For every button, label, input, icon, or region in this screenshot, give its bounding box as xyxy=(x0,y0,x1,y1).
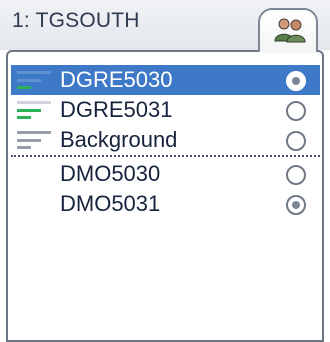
list-item-dmo5030[interactable]: DMO5030 xyxy=(11,159,320,189)
page-title: 1: TGSOUTH xyxy=(12,9,140,32)
channel-list-panel: DGRE5030 DGRE5031 Background DMO5030 DMO… xyxy=(6,50,324,342)
list-item-label: DMO5031 xyxy=(60,191,161,216)
group-tab-button[interactable] xyxy=(258,8,318,52)
list-item-label: DMO5030 xyxy=(60,161,161,186)
list-item-label: Background xyxy=(60,127,178,152)
radio-button[interactable] xyxy=(286,195,306,215)
list-item-background[interactable]: Background xyxy=(11,125,320,155)
list-item-label: DGRE5030 xyxy=(60,67,173,92)
list-item-label: DGRE5031 xyxy=(60,97,173,122)
list-item-dgre5030[interactable]: DGRE5030 xyxy=(11,65,320,95)
talkgroup-screen: 1: TGSOUTH DGRE5030 DGRE5031 Background … xyxy=(0,0,330,342)
radio-button[interactable] xyxy=(286,71,306,91)
level-bars-icon xyxy=(17,71,51,89)
tab-join xyxy=(260,48,316,53)
dotted-separator xyxy=(11,155,320,157)
list-item-dmo5031[interactable]: DMO5031 xyxy=(11,189,320,219)
level-bars-icon xyxy=(17,131,51,149)
group-users-icon xyxy=(274,18,306,43)
radio-button[interactable] xyxy=(286,101,306,121)
level-bars-icon xyxy=(17,101,51,119)
radio-button[interactable] xyxy=(286,165,306,185)
list-item-dgre5031[interactable]: DGRE5031 xyxy=(11,95,320,125)
radio-button[interactable] xyxy=(286,131,306,151)
